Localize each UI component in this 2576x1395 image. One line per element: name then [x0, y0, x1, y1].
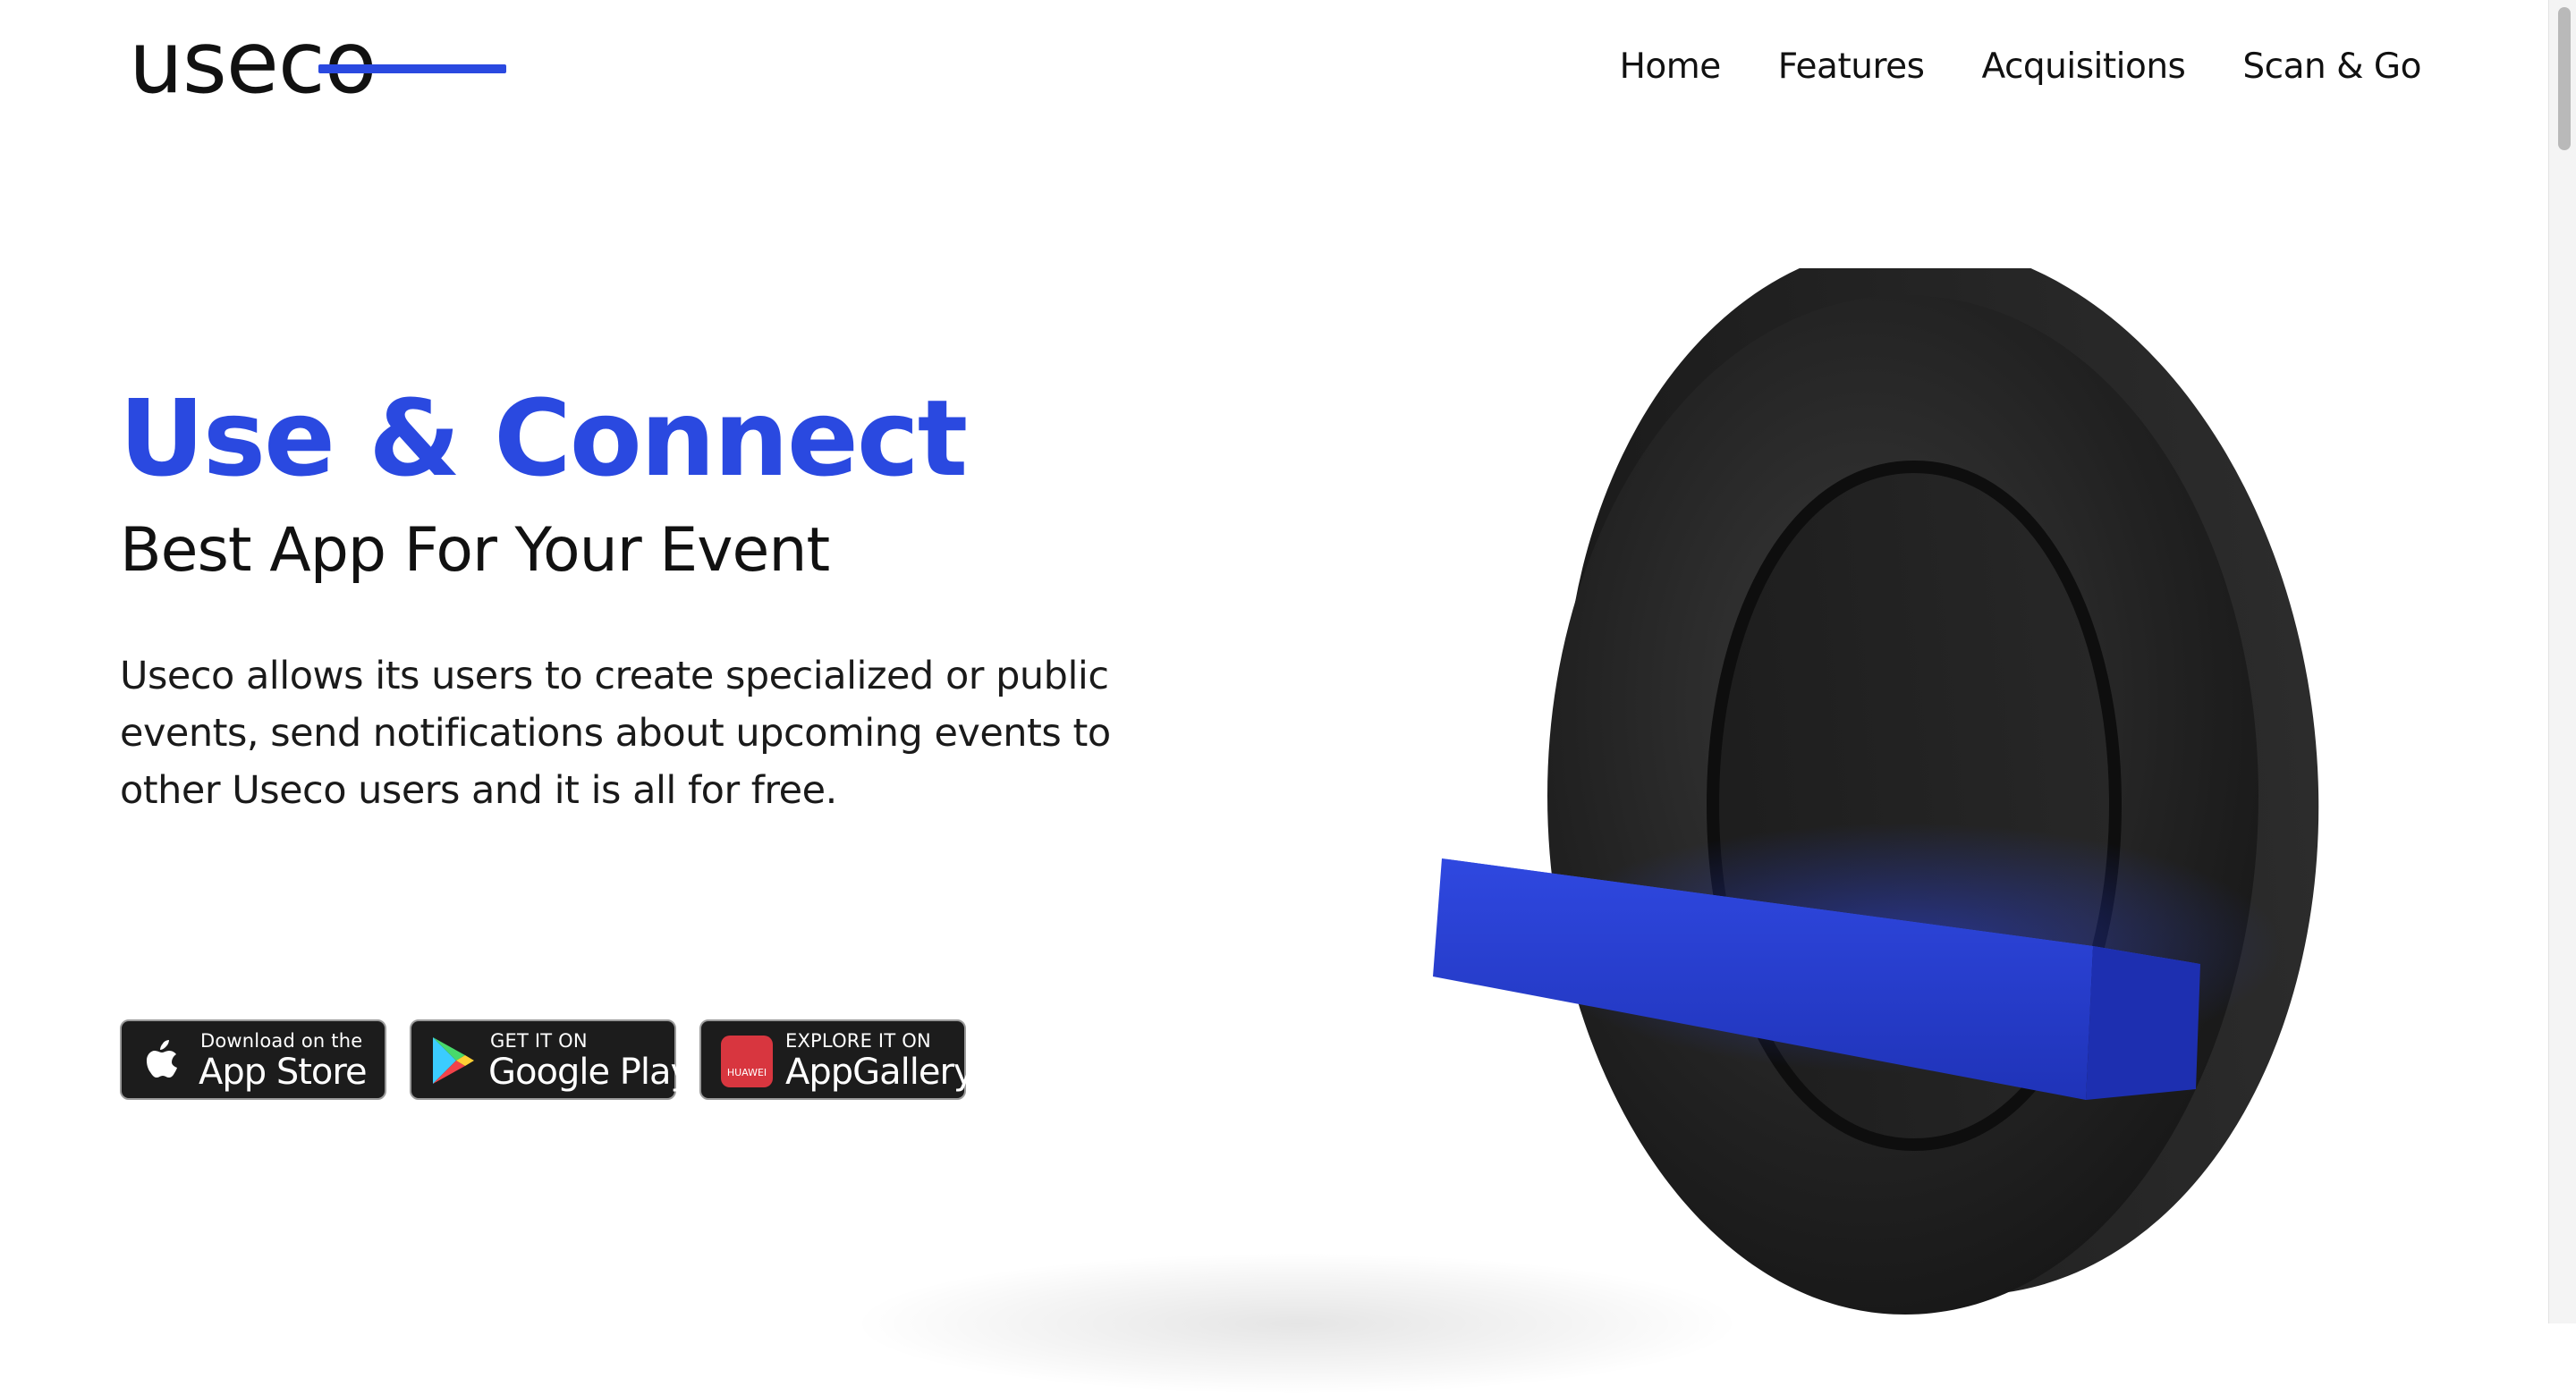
nav-features[interactable]: Features: [1778, 45, 1925, 89]
app-store-label: App Store: [199, 1052, 368, 1093]
store-badges: Download on the App Store GET IT ON Goog…: [120, 1019, 975, 1100]
huawei-tile-text: HUAWEI: [726, 1067, 767, 1078]
scrollbar-thumb[interactable]: [2558, 7, 2571, 150]
nav-home[interactable]: Home: [1620, 45, 1722, 89]
google-play-small-label: GET IT ON: [490, 1030, 588, 1052]
nav-acquisitions[interactable]: Acquisitions: [1981, 45, 2185, 89]
logo[interactable]: useco: [129, 13, 506, 113]
logo-text: useco: [129, 13, 377, 113]
apple-icon: [147, 1040, 177, 1078]
app-gallery-button[interactable]: HUAWEI EXPLORE IT ON AppGallery: [699, 1019, 975, 1100]
google-play-label: Google Play: [488, 1052, 691, 1093]
main-nav: Home Features Acquisitions Scan & Go: [1620, 45, 2422, 89]
app-store-small-label: Download on the: [200, 1030, 363, 1052]
hero-subtitle: Best App For Your Event: [120, 515, 830, 586]
huawei-icon: HUAWEI: [721, 1036, 773, 1087]
logo-accent-bar: [318, 64, 506, 73]
app-store-button[interactable]: Download on the App Store: [120, 1019, 386, 1100]
page-scrollbar[interactable]: [2548, 0, 2576, 1323]
hero-3d-logo-graphic: [1433, 268, 2319, 1315]
google-play-icon: [433, 1037, 474, 1084]
app-gallery-label: AppGallery: [785, 1052, 975, 1093]
hero-description: Useco allows its users to create special…: [120, 654, 1111, 813]
hero-title: Use & Connect: [119, 376, 968, 500]
nav-scan-and-go[interactable]: Scan & Go: [2242, 45, 2421, 89]
app-gallery-small-label: EXPLORE IT ON: [785, 1030, 931, 1052]
google-play-button[interactable]: GET IT ON Google Play: [410, 1019, 691, 1100]
